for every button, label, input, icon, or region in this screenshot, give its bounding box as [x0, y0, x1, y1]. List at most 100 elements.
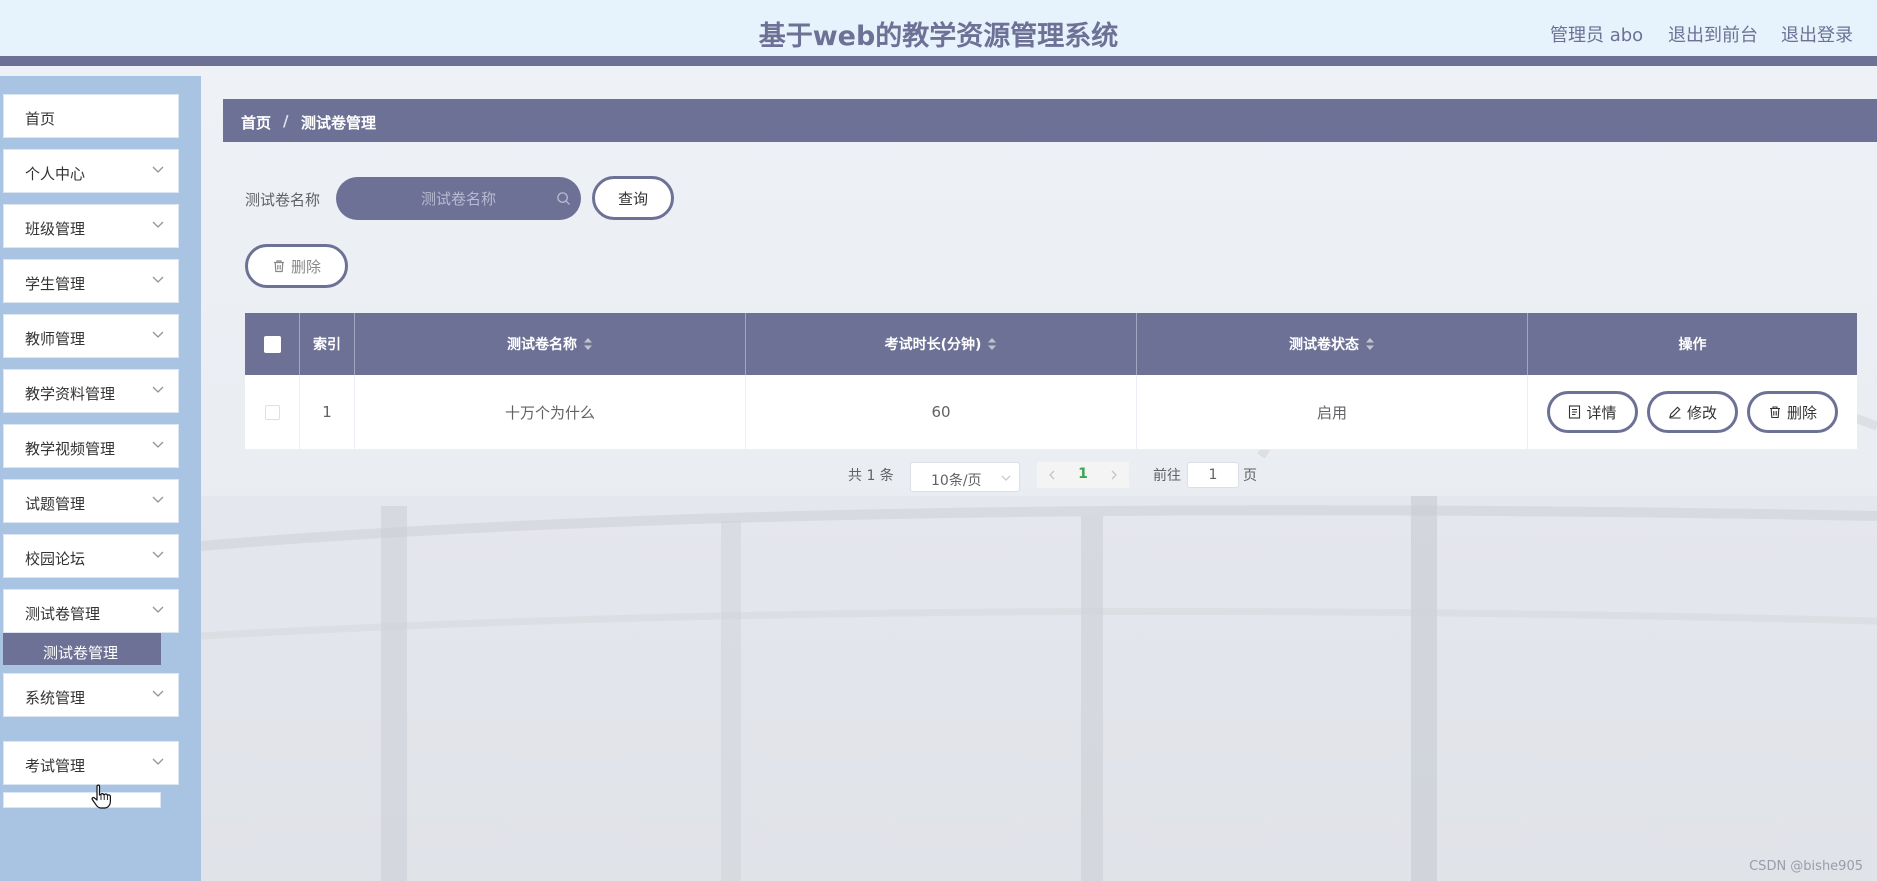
- row-select-cell: [245, 375, 300, 449]
- sort-icon[interactable]: [1365, 337, 1375, 351]
- search-label: 测试卷名称: [245, 191, 321, 209]
- sidebar-item-label: 校园论坛: [25, 550, 86, 568]
- chevron-down-icon: [152, 441, 164, 448]
- hand-cursor-icon: [91, 784, 111, 809]
- sidebar-item-video-management[interactable]: 教学视频管理: [3, 424, 179, 468]
- query-button-label: 查询: [617, 189, 648, 208]
- sidebar-item-label: 教师管理: [25, 330, 86, 348]
- detail-button[interactable]: 详情: [1547, 391, 1638, 433]
- submenu-item-label: 测试卷管理: [43, 644, 119, 662]
- sidebar-item-label: 考试管理: [25, 757, 86, 775]
- query-button[interactable]: 查询: [592, 176, 674, 220]
- batch-delete-label: 删除: [290, 257, 321, 276]
- chevron-down-icon: [152, 758, 164, 765]
- sidebar-item-test-paper-management[interactable]: 测试卷管理: [3, 589, 179, 633]
- row-checkbox[interactable]: [264, 404, 280, 420]
- sidebar-item-home[interactable]: 首页: [3, 94, 179, 138]
- page-size-value: 10条/页: [931, 473, 982, 489]
- pencil-icon: [1669, 406, 1681, 419]
- search-field[interactable]: [336, 177, 581, 220]
- delete-button[interactable]: 删除: [1747, 391, 1838, 433]
- batch-delete-button[interactable]: 删除: [245, 244, 348, 288]
- header-status-label: 测试卷状态: [1289, 337, 1359, 353]
- chevron-down-icon: [152, 690, 164, 697]
- trash-icon: [273, 260, 284, 273]
- goto-page-input[interactable]: [1187, 462, 1239, 488]
- detail-button-label: 详情: [1586, 403, 1617, 422]
- row-duration-cell: 60: [746, 375, 1137, 449]
- exit-to-front-link[interactable]: 退出到前台: [1668, 21, 1758, 47]
- row-name-cell: 十万个为什么: [355, 375, 746, 449]
- select-all-checkbox[interactable]: [263, 335, 281, 353]
- row-status: 启用: [1316, 403, 1347, 422]
- breadcrumb-home[interactable]: 首页: [241, 112, 271, 133]
- sidebar-item-label: 班级管理: [25, 220, 86, 238]
- header-index: 索引: [300, 313, 355, 375]
- page-size-select[interactable]: 10条/页: [910, 462, 1020, 492]
- sidebar-item-label: 测试卷管理: [25, 605, 101, 623]
- sidebar-item-label: 试题管理: [25, 495, 86, 513]
- test-paper-table: 索引 测试卷名称 考试时长(分钟) 测试卷状态 操作 1 十万个为什么 60 启…: [245, 313, 1857, 450]
- chevron-down-icon: [152, 386, 164, 393]
- chevron-down-icon: [152, 496, 164, 503]
- submenu-item-test-paper-management[interactable]: 测试卷管理: [3, 633, 161, 665]
- sidebar-item-campus-forum[interactable]: 校园论坛: [3, 534, 179, 578]
- row-status-cell: 启用: [1137, 375, 1528, 449]
- sidebar-item-student-management[interactable]: 学生管理: [3, 259, 179, 303]
- trash-icon: [1769, 406, 1780, 419]
- sidebar-item-personal-center[interactable]: 个人中心: [3, 149, 179, 193]
- sidebar-item-label: 首页: [25, 110, 56, 128]
- breadcrumb: 首页 / 测试卷管理: [223, 99, 1877, 142]
- sidebar-item-teacher-management[interactable]: 教师管理: [3, 314, 179, 358]
- chevron-right-icon[interactable]: [1109, 470, 1119, 480]
- top-header: 基于web的教学资源管理系统 管理员 abo 退出到前台 退出登录: [0, 0, 1877, 66]
- delete-button-label: 删除: [1786, 403, 1817, 422]
- search-icon: [557, 192, 571, 206]
- sidebar-item-label: 教学视频管理: [25, 440, 116, 458]
- chevron-down-icon: [152, 331, 164, 338]
- header-actions: 操作: [1528, 313, 1857, 375]
- sidebar-item-materials-management[interactable]: 教学资料管理: [3, 369, 179, 413]
- row-index-cell: 1: [300, 375, 355, 449]
- row-paper-name: 十万个为什么: [504, 403, 595, 422]
- goto-label: 前往: [1153, 468, 1181, 484]
- sidebar-item-label: 学生管理: [25, 275, 86, 293]
- header-actions-label: 操作: [1678, 337, 1707, 353]
- submenu-popup-edge: [3, 792, 161, 808]
- header-paper-name[interactable]: 测试卷名称: [355, 313, 746, 375]
- sidebar-item-label: 个人中心: [25, 165, 86, 183]
- row-actions-cell: 详情 修改 删除: [1528, 375, 1857, 449]
- sidebar-item-class-management[interactable]: 班级管理: [3, 204, 179, 248]
- header-duration[interactable]: 考试时长(分钟): [746, 313, 1137, 375]
- edit-button[interactable]: 修改: [1647, 391, 1738, 433]
- chevron-down-icon: [152, 606, 164, 613]
- sort-icon[interactable]: [583, 337, 593, 351]
- row-index: 1: [322, 403, 332, 421]
- table-header: 索引 测试卷名称 考试时长(分钟) 测试卷状态 操作: [245, 313, 1857, 375]
- sidebar: 首页 个人中心 班级管理 学生管理 教师管理 教学资料管理 教学视频管理 试题管…: [0, 76, 201, 881]
- watermark: CSDN @bishe905: [1749, 859, 1863, 874]
- main-content: 首页 / 测试卷管理 测试卷名称 查询 删除 索引 测试卷名称: [201, 76, 1877, 881]
- chevron-down-icon: [152, 551, 164, 558]
- table-row: 1 十万个为什么 60 启用 详情 修改 删除: [245, 375, 1857, 450]
- edit-button-label: 修改: [1686, 403, 1717, 422]
- search-input[interactable]: [336, 177, 581, 220]
- goto-suffix: 页: [1243, 468, 1257, 484]
- pagination-pager: 1: [1037, 462, 1129, 488]
- chevron-down-icon: [152, 221, 164, 228]
- sidebar-item-label: 教学资料管理: [25, 385, 116, 403]
- admin-user-label[interactable]: 管理员 abo: [1550, 21, 1643, 47]
- sort-icon[interactable]: [987, 337, 997, 351]
- row-duration: 60: [931, 403, 951, 421]
- header-status[interactable]: 测试卷状态: [1137, 313, 1528, 375]
- chevron-down-icon: [1001, 475, 1011, 481]
- sidebar-item-exam-management[interactable]: 考试管理: [3, 741, 179, 785]
- header-index-label: 索引: [313, 337, 341, 353]
- header-paper-name-label: 测试卷名称: [507, 337, 577, 353]
- sidebar-item-system-management[interactable]: 系统管理: [3, 673, 179, 717]
- chevron-down-icon: [152, 166, 164, 173]
- sidebar-item-question-management[interactable]: 试题管理: [3, 479, 179, 523]
- sidebar-item-label: 系统管理: [25, 689, 86, 707]
- breadcrumb-separator: /: [283, 112, 289, 130]
- logout-link[interactable]: 退出登录: [1781, 21, 1853, 47]
